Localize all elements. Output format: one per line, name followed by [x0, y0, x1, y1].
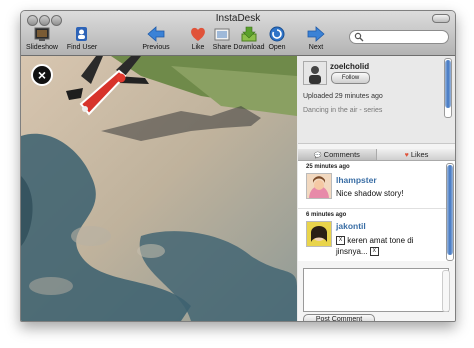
avatar-icon: [307, 222, 331, 246]
list-item: 25 minutes ago lhampster Nice shadow sto…: [298, 161, 446, 209]
toolbar: InstaDesk Slideshow Find User Previous L…: [21, 11, 455, 56]
open-button[interactable]: Open: [264, 25, 290, 51]
photo-view[interactable]: ×: [21, 56, 297, 321]
close-photo-button[interactable]: ×: [31, 64, 53, 86]
next-label: Next: [308, 44, 324, 51]
toolbar-toggle-button[interactable]: [432, 14, 450, 23]
open-icon: [269, 26, 285, 42]
unknown-glyph-box: X: [369, 247, 379, 257]
window-title: InstaDesk: [215, 13, 261, 24]
previous-label: Previous: [142, 44, 170, 51]
find-user-button[interactable]: Find User: [65, 25, 99, 51]
post-comment-button[interactable]: Post Comment: [303, 314, 375, 321]
uploaded-time: Uploaded 29 minutes ago: [303, 93, 383, 100]
list-item: 6 minutes ago jakontil X keren amat tone…: [298, 210, 446, 260]
download-label: Download: [233, 44, 265, 51]
comments-scrollbar[interactable]: [446, 163, 454, 261]
compose-scrollbar[interactable]: [442, 270, 450, 312]
next-arrow-icon: [307, 26, 325, 42]
comments-list: 25 minutes ago lhampster Nice shadow sto…: [298, 161, 455, 261]
slideshow-button[interactable]: Slideshow: [25, 25, 59, 51]
download-button[interactable]: Download: [233, 25, 265, 51]
comment-text: X keren amat tone di jinsnya... X: [336, 235, 444, 257]
download-icon: [241, 26, 257, 42]
comments-scrollbar-thumb[interactable]: [447, 165, 453, 255]
next-button[interactable]: Next: [301, 25, 331, 51]
find-user-icon: [76, 27, 87, 41]
comment-time: 6 minutes ago: [306, 212, 347, 218]
heart-icon: [191, 27, 205, 41]
tab-likes[interactable]: ♥ Likes: [376, 149, 455, 160]
tab-comments-label: Comments: [323, 150, 360, 159]
slideshow-label: Slideshow: [26, 44, 58, 51]
photo-info-panel: zoelcholid Follow Uploaded 29 minutes ag…: [298, 56, 455, 144]
comments-tab-icon: 💬: [314, 153, 322, 159]
like-label: Like: [191, 44, 205, 51]
previous-button[interactable]: Previous: [139, 25, 173, 51]
sidebar: zoelcholid Follow Uploaded 29 minutes ag…: [298, 56, 455, 321]
info-scrollbar[interactable]: [444, 58, 452, 118]
share-icon: [214, 28, 230, 41]
comment-text: Nice shadow story!: [336, 189, 404, 198]
commenter-avatar[interactable]: [306, 221, 332, 247]
close-icon: ×: [37, 67, 47, 83]
avatar-icon: [307, 174, 331, 198]
user-avatar[interactable]: [303, 61, 327, 85]
comment-time: 25 minutes ago: [306, 164, 350, 170]
comment-tabs: 💬 Comments ♥ Likes: [298, 149, 455, 161]
likes-tab-icon: ♥: [404, 152, 409, 159]
share-label: Share: [212, 44, 232, 51]
open-label: Open: [268, 44, 286, 51]
unknown-glyph-box: X: [336, 236, 345, 246]
username[interactable]: zoelcholid: [330, 62, 369, 71]
app-window: InstaDesk Slideshow Find User Previous L…: [20, 10, 456, 322]
follow-button[interactable]: Follow: [331, 72, 370, 84]
search-icon: [354, 32, 364, 42]
comment-input[interactable]: [303, 268, 450, 312]
photo-caption: Dancing in the air - series: [303, 107, 383, 114]
commenter-avatar[interactable]: [306, 173, 332, 199]
slideshow-icon: [34, 27, 50, 41]
avatar-icon: [304, 62, 326, 84]
find-user-label: Find User: [66, 44, 98, 51]
previous-arrow-icon: [147, 26, 165, 42]
search-field[interactable]: [349, 30, 449, 44]
like-button[interactable]: Like: [186, 25, 210, 51]
tab-likes-label: Likes: [410, 150, 429, 159]
share-button[interactable]: Share: [210, 25, 234, 51]
commenter-name[interactable]: lhampster: [336, 175, 377, 185]
info-scrollbar-thumb[interactable]: [445, 60, 451, 108]
commenter-name[interactable]: jakontil: [336, 221, 366, 231]
skateboard-photo: [21, 56, 297, 321]
tab-comments[interactable]: 💬 Comments: [298, 149, 376, 160]
